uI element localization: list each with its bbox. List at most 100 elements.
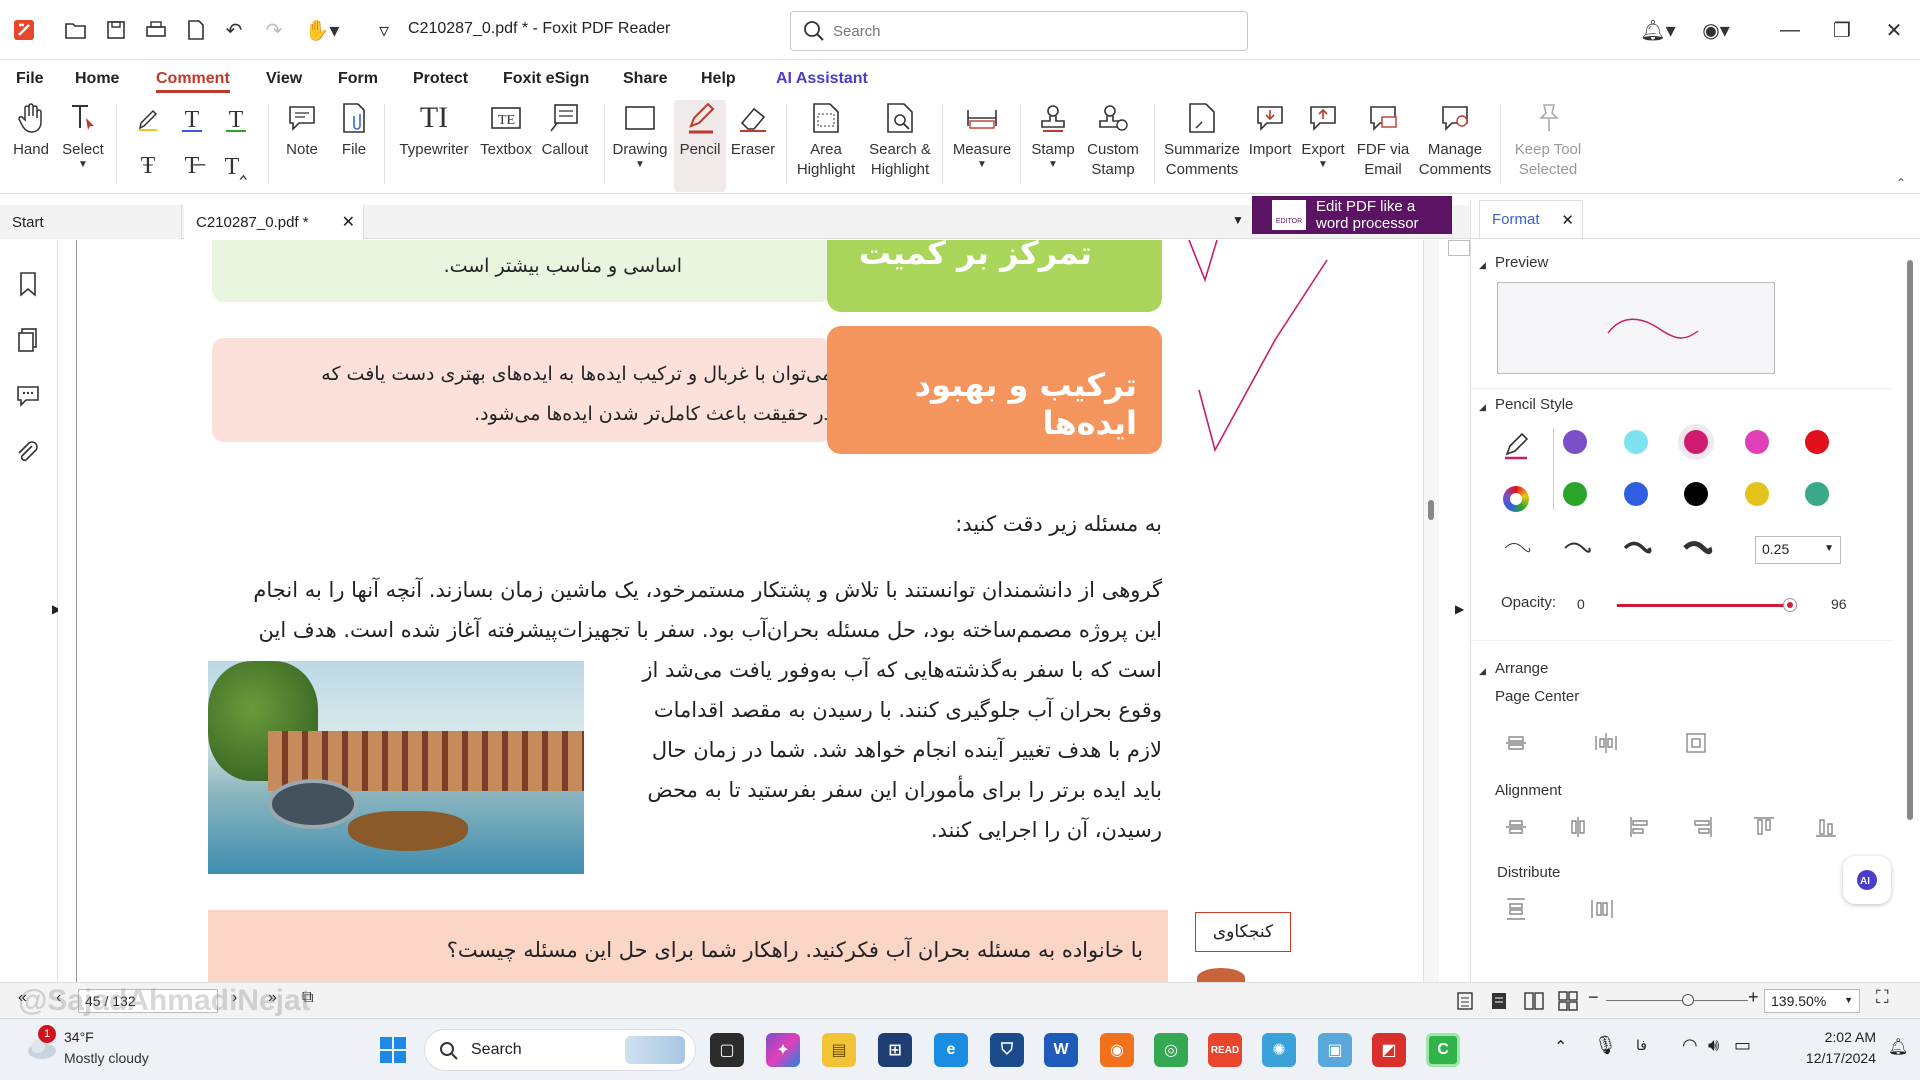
align-right-icon[interactable] (1689, 814, 1715, 840)
summarize-comments-button[interactable]: Summarize Comments (1160, 100, 1244, 180)
measure-dropdown-icon[interactable]: ▼ (977, 160, 987, 170)
preview-collapse-icon[interactable]: ◢ (1479, 260, 1486, 271)
manage-comments-button[interactable]: Manage Comments (1414, 100, 1496, 180)
pages-icon[interactable] (14, 326, 42, 354)
format-panel-scrollbar[interactable] (1907, 260, 1913, 820)
split-handle[interactable] (1448, 240, 1470, 256)
document-scrollbar[interactable] (1423, 240, 1439, 982)
foxit-reader-taskbar-icon[interactable]: READ (1208, 1033, 1242, 1067)
distribute-horizontal-icon[interactable] (1589, 896, 1615, 922)
continuous-facing-icon[interactable] (1558, 991, 1578, 1011)
color-swatch[interactable] (1805, 482, 1829, 506)
center-both-icon[interactable] (1683, 730, 1709, 756)
export-dropdown-icon[interactable]: ▼ (1318, 160, 1328, 170)
opacity-slider-track[interactable] (1617, 598, 1797, 612)
pencil-button[interactable]: Pencil (674, 100, 726, 192)
fdf-via-email-button[interactable]: FDF via Email (1354, 100, 1412, 180)
squiggly-text-icon[interactable]: T (222, 106, 250, 134)
drawing-button[interactable]: Drawing ▼ (612, 100, 668, 170)
insert-text-icon[interactable]: T‸ (222, 152, 250, 180)
stamp-dropdown-icon[interactable]: ▼ (1048, 160, 1058, 170)
undo-icon[interactable]: ↶ (220, 16, 248, 44)
textbox-button[interactable]: TE Textbox (476, 100, 536, 160)
network-app-icon[interactable]: ✺ (1262, 1033, 1296, 1067)
document-viewer[interactable]: اساسی و مناسب بیشتر است. تمرکز بر کمیت م… (58, 240, 1423, 982)
battery-icon[interactable]: ▭ (1734, 1035, 1751, 1056)
search-box[interactable] (790, 11, 1248, 51)
measure-button[interactable]: Measure ▼ (950, 100, 1014, 170)
typewriter-button[interactable]: TI Typewriter (394, 100, 474, 160)
select-dropdown-icon[interactable]: ▼ (78, 160, 88, 170)
drawing-dropdown-icon[interactable]: ▼ (635, 160, 645, 170)
menu-form[interactable]: Form (338, 70, 378, 88)
pencil-annotation[interactable] (1187, 240, 1347, 460)
ai-assistant-button[interactable]: AI (1843, 856, 1891, 904)
bookmark-icon[interactable] (14, 270, 42, 298)
tab-list-dropdown-icon[interactable]: ▼ (1232, 213, 1244, 227)
color-swatch[interactable] (1563, 430, 1587, 454)
hand-tool-button[interactable]: Hand (10, 100, 52, 160)
export-button[interactable]: Export ▼ (1298, 100, 1348, 170)
zoom-slider-thumb[interactable] (1682, 994, 1694, 1006)
copilot-icon[interactable]: ✦ (766, 1033, 800, 1067)
select-tool-button[interactable]: Select ▼ (60, 100, 106, 170)
pencil-color-icon[interactable] (1503, 432, 1531, 460)
menu-view[interactable]: View (266, 70, 302, 88)
clock-time[interactable]: 2:02 AM (1776, 1029, 1876, 1045)
arrange-collapse-icon[interactable]: ◢ (1479, 666, 1486, 677)
close-button[interactable]: ✕ (1877, 14, 1911, 46)
volume-icon[interactable]: 🔊︎ (1708, 1035, 1719, 1056)
color-swatch[interactable] (1684, 482, 1708, 506)
color-swatch[interactable] (1623, 482, 1648, 506)
minimize-button[interactable]: — (1773, 14, 1807, 46)
menu-help[interactable]: Help (701, 70, 736, 88)
quick-access-chevron-icon[interactable]: ▿ (370, 16, 398, 44)
language-indicator[interactable]: فا (1636, 1037, 1647, 1054)
menu-protect[interactable]: Protect (413, 70, 468, 88)
restore-button[interactable]: ❐ (1825, 14, 1859, 46)
menu-share[interactable]: Share (623, 70, 667, 88)
security-icon[interactable]: ⛉ (990, 1033, 1024, 1067)
single-page-icon[interactable] (1456, 991, 1474, 1011)
search-input[interactable] (833, 20, 1233, 42)
pencil-style-collapse-icon[interactable]: ◢ (1479, 402, 1486, 413)
fullscreen-icon[interactable]: ⛶ (1876, 987, 1889, 1008)
eraser-button[interactable]: Eraser (728, 100, 778, 160)
center-vertical-icon[interactable] (1593, 730, 1619, 756)
bell-icon[interactable]: 🔔︎▾ (1638, 14, 1678, 46)
menu-home[interactable]: Home (75, 70, 119, 88)
clock-date[interactable]: 12/17/2024 (1776, 1050, 1876, 1066)
create-pdf-icon[interactable] (182, 16, 210, 44)
hand-dropdown-icon[interactable]: ✋▾ (302, 16, 342, 44)
area-highlight-button[interactable]: Area Highlight (792, 100, 860, 180)
color-swatch[interactable] (1744, 482, 1769, 506)
zoom-field[interactable]: 139.50% ▼ (1764, 989, 1860, 1013)
pdf-app-icon[interactable]: ◩ (1372, 1033, 1406, 1067)
notification-bell-icon[interactable]: 🔔︎ (1888, 1037, 1908, 1057)
color-picker-icon[interactable] (1503, 486, 1529, 512)
align-left-icon[interactable] (1627, 814, 1653, 840)
custom-stamp-button[interactable]: Custom Stamp (1080, 100, 1146, 180)
camtasia-icon[interactable]: C (1426, 1033, 1460, 1067)
open-folder-icon[interactable] (62, 16, 90, 44)
opacity-slider-thumb[interactable] (1782, 598, 1797, 612)
color-swatch[interactable] (1805, 430, 1829, 454)
microphone-icon[interactable]: 🎙︎ (1594, 1035, 1617, 1056)
file-explorer-icon[interactable]: ▤ (822, 1033, 856, 1067)
edge-icon[interactable]: e (934, 1033, 968, 1067)
microsoft-store-icon[interactable]: ⊞ (878, 1033, 912, 1067)
callout-button[interactable]: Callout (536, 100, 594, 160)
taskbar-search[interactable]: Search (424, 1029, 696, 1071)
collapse-format-panel-icon[interactable]: ▶ (1455, 602, 1464, 616)
color-swatch[interactable] (1623, 430, 1648, 454)
stroke-width-select[interactable]: 0.25 ▼ (1755, 536, 1841, 564)
weather-widget[interactable]: 1 (24, 1025, 60, 1065)
close-format-icon[interactable]: ✕ (1561, 211, 1574, 229)
file-attachment-button[interactable]: File (334, 100, 374, 160)
tab-start[interactable]: Start (0, 205, 182, 239)
windows-start-icon[interactable] (378, 1035, 408, 1065)
scroll-thumb[interactable] (1428, 500, 1434, 520)
format-tab[interactable]: Format ✕ (1479, 200, 1583, 238)
menu-foxit-esign[interactable]: Foxit eSign (503, 70, 589, 88)
import-button[interactable]: Import (1244, 100, 1296, 160)
